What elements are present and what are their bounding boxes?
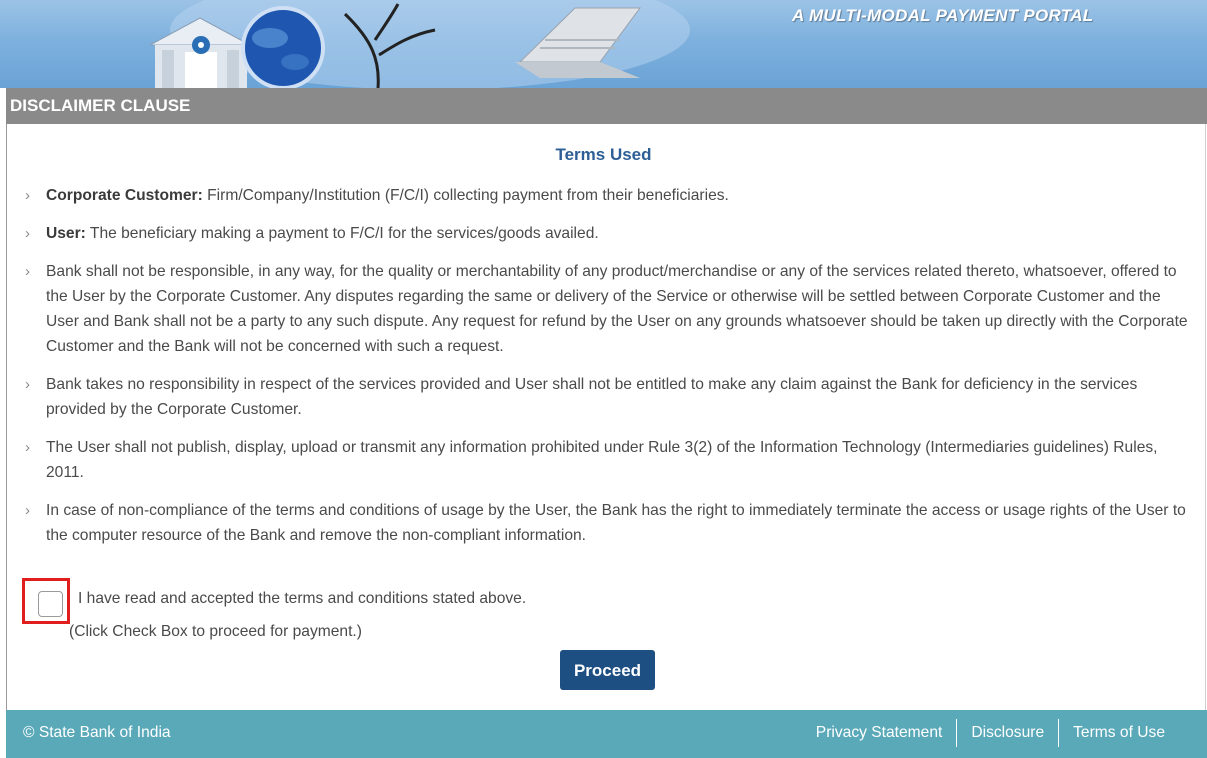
footer-links: Privacy Statement Disclosure Terms of Us… <box>816 719 1165 747</box>
list-item: › Bank shall not be responsible, in any … <box>25 259 1195 359</box>
accept-terms-row: I have read and accepted the terms and c… <box>22 578 722 624</box>
term-text: Bank shall not be responsible, in any wa… <box>46 263 1188 355</box>
chevron-right-icon: › <box>25 502 30 519</box>
terms-of-use-link[interactable]: Terms of Use <box>1073 724 1165 747</box>
term-text: The beneficiary making a payment to F/C/… <box>85 225 599 242</box>
chevron-right-icon: › <box>25 376 30 393</box>
list-item: › The User shall not publish, display, u… <box>25 435 1195 485</box>
checkbox-highlight <box>22 578 70 624</box>
portal-tagline: A MULTI-MODAL PAYMENT PORTAL <box>792 6 1094 25</box>
list-item: › In case of non-compliance of the terms… <box>25 498 1195 548</box>
chevron-right-icon: › <box>25 187 30 204</box>
content-right-border <box>1205 124 1206 710</box>
chevron-right-icon: › <box>25 263 30 280</box>
checkbox-hint: (Click Check Box to proceed for payment.… <box>69 623 362 640</box>
footer-divider <box>1058 719 1060 747</box>
disclaimer-header: DISCLAIMER CLAUSE <box>6 88 1207 124</box>
list-item: › Bank takes no responsibility in respec… <box>25 372 1195 422</box>
term-text: The User shall not publish, display, upl… <box>46 439 1158 481</box>
term-label: Corporate Customer: <box>46 187 203 204</box>
copyright-text: © State Bank of India <box>23 724 171 741</box>
term-text: In case of non-compliance of the terms a… <box>46 502 1186 544</box>
chevron-right-icon: › <box>25 225 30 242</box>
page-title: DISCLAIMER CLAUSE <box>10 96 191 115</box>
footer: © State Bank of India Privacy Statement … <box>6 710 1207 758</box>
content-left-border <box>6 124 7 710</box>
term-text: Bank takes no responsibility in respect … <box>46 376 1138 418</box>
list-item: › Corporate Customer: Firm/Company/Insti… <box>25 183 1195 208</box>
accept-terms-checkbox[interactable] <box>38 591 63 617</box>
site-banner: A MULTI-MODAL PAYMENT PORTAL <box>0 0 1207 88</box>
globe-icon <box>241 6 325 88</box>
term-label: User: <box>46 225 86 242</box>
footer-divider <box>956 719 958 747</box>
terms-heading: Terms Used <box>555 145 652 164</box>
privacy-statement-link[interactable]: Privacy Statement <box>816 724 943 747</box>
proceed-button[interactable]: Proceed <box>560 650 655 690</box>
accept-terms-label[interactable]: I have read and accepted the terms and c… <box>78 590 526 608</box>
terms-list: › Corporate Customer: Firm/Company/Insti… <box>25 183 1195 561</box>
chevron-right-icon: › <box>25 439 30 456</box>
disclosure-link[interactable]: Disclosure <box>971 724 1044 747</box>
list-item: › User: The beneficiary making a payment… <box>25 221 1195 246</box>
term-text: Firm/Company/Institution (F/C/I) collect… <box>202 187 729 204</box>
